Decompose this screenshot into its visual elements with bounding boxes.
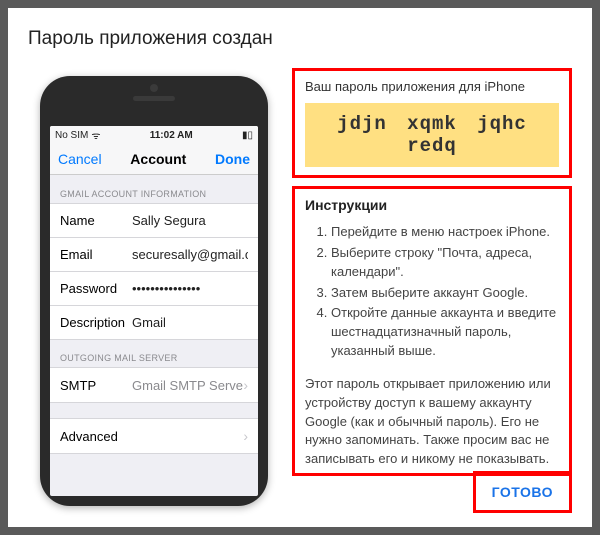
done-button[interactable]: ГОТОВО	[482, 478, 563, 506]
dialog-title: Пароль приложения создан	[28, 28, 572, 50]
row-email[interactable]: Email securesally@gmail.com	[50, 237, 258, 272]
nav-bar: Cancel Account Done	[50, 144, 258, 175]
speaker-icon	[133, 96, 175, 101]
section-header-outgoing: OUTGOING MAIL SERVER	[50, 339, 258, 367]
row-label: Password	[60, 281, 132, 296]
row-value: Gmail	[132, 315, 248, 330]
row-advanced[interactable]: Advanced ›	[50, 418, 258, 454]
nav-done-button[interactable]: Done	[215, 151, 250, 167]
app-password-dialog: Пароль приложения создан No SIM ᯤ 11:02 …	[8, 8, 592, 527]
phone-column: No SIM ᯤ 11:02 AM ▮▯ Cancel Account Done	[28, 68, 278, 513]
row-label: Email	[60, 247, 132, 262]
instructions-section: Инструкции Перейдите в меню настроек iPh…	[292, 186, 572, 476]
iphone-mockup: No SIM ᯤ 11:02 AM ▮▯ Cancel Account Done	[40, 76, 268, 506]
row-value: Sally Segura	[132, 213, 248, 228]
password-title: Ваш пароль приложения для iPhone	[305, 79, 559, 94]
battery-icon: ▮▯	[242, 130, 253, 141]
instruction-step: Затем выберите аккаунт Google.	[331, 284, 559, 303]
nav-cancel-button[interactable]: Cancel	[58, 151, 102, 167]
instruction-step: Выберите строку "Почта, адреса, календар…	[331, 244, 559, 282]
row-label: Advanced	[60, 429, 118, 444]
row-smtp[interactable]: SMTP Gmail SMTP Server ›	[50, 367, 258, 403]
row-label: SMTP	[60, 378, 132, 393]
phone-hardware-top	[133, 84, 175, 101]
dialog-content: No SIM ᯤ 11:02 AM ▮▯ Cancel Account Done	[28, 68, 572, 513]
row-description[interactable]: Description Gmail	[50, 305, 258, 340]
phone-screen: No SIM ᯤ 11:02 AM ▮▯ Cancel Account Done	[50, 126, 258, 496]
row-password[interactable]: Password •••••••••••••••	[50, 271, 258, 306]
row-value: securesally@gmail.com	[132, 247, 248, 262]
row-value: •••••••••••••••	[132, 281, 248, 296]
chevron-right-icon: ›	[243, 377, 248, 393]
row-label: Description	[60, 315, 132, 330]
wifi-icon: ᯤ	[91, 128, 100, 142]
section-header-account: GMAIL ACCOUNT INFORMATION	[50, 175, 258, 203]
carrier-text: No SIM	[55, 130, 88, 141]
instructions-paragraph: Этот пароль открывает приложению или уст…	[305, 375, 559, 469]
instructions-list: Перейдите в меню настроек iPhone. Выбери…	[305, 223, 559, 361]
password-section: Ваш пароль приложения для iPhone jdjn xq…	[292, 68, 572, 178]
instruction-step: Откройте данные аккаунта и введите шестн…	[331, 304, 559, 361]
chevron-right-icon: ›	[243, 428, 248, 444]
done-highlight: ГОТОВО	[473, 471, 572, 513]
info-column: Ваш пароль приложения для iPhone jdjn xq…	[278, 68, 572, 513]
instructions-title: Инструкции	[305, 197, 559, 213]
row-label: Name	[60, 213, 132, 228]
instruction-step: Перейдите в меню настроек iPhone.	[331, 223, 559, 242]
status-bar: No SIM ᯤ 11:02 AM ▮▯	[50, 126, 258, 144]
camera-icon	[150, 84, 158, 92]
row-value: Gmail SMTP Server	[132, 378, 243, 393]
status-time: 11:02 AM	[150, 130, 193, 141]
nav-title: Account	[130, 151, 186, 167]
row-name[interactable]: Name Sally Segura	[50, 203, 258, 238]
generated-password: jdjn xqmk jqhc redq	[305, 103, 559, 167]
